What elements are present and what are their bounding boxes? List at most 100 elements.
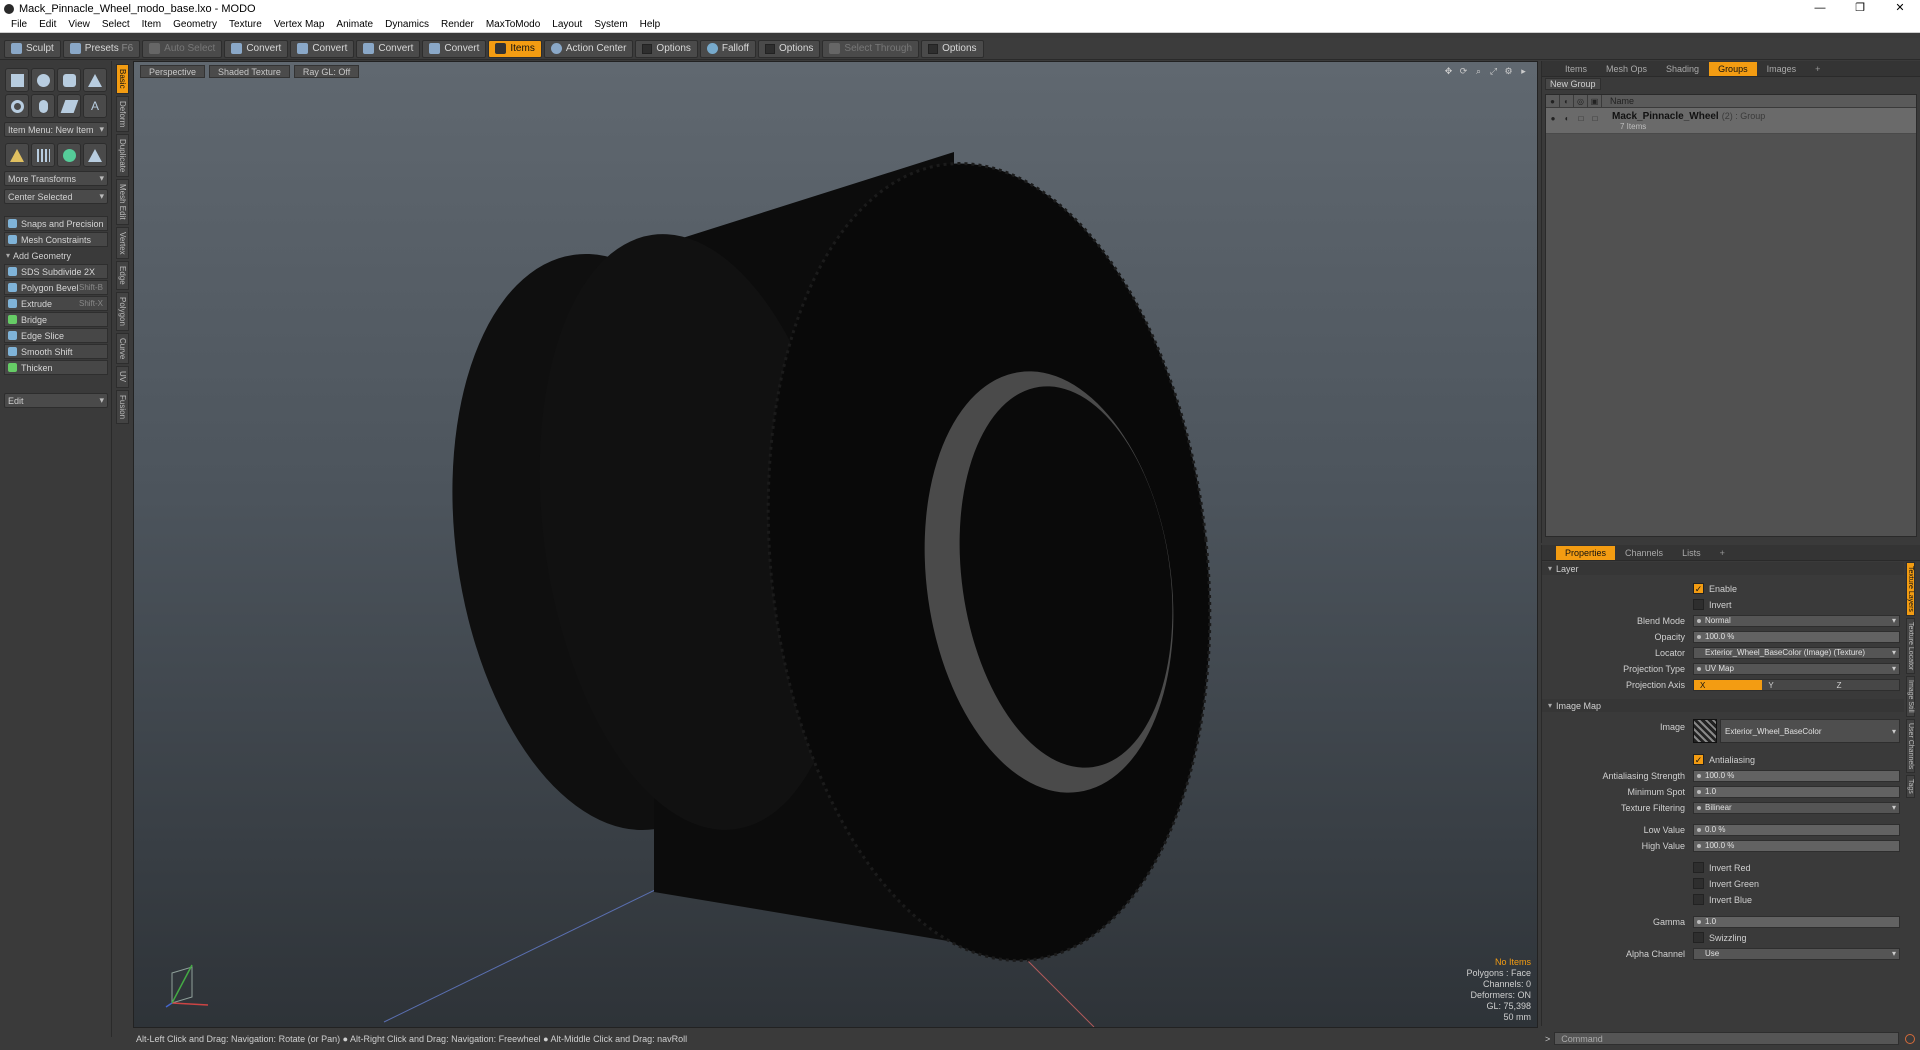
viewport-scene[interactable]: [134, 62, 1538, 1028]
axis-y-button[interactable]: Y: [1762, 679, 1831, 690]
add-properties-tab-button[interactable]: +: [1711, 546, 1734, 560]
convert-polygons-button[interactable]: Convert: [356, 39, 421, 58]
menu-system[interactable]: System: [588, 19, 633, 30]
alpha-channel-select[interactable]: Use: [1693, 947, 1900, 960]
tab-images[interactable]: Images: [1758, 62, 1806, 76]
convert-edges-button[interactable]: Convert: [290, 39, 355, 58]
menu-animate[interactable]: Animate: [330, 19, 379, 30]
menu-edit[interactable]: Edit: [33, 19, 62, 30]
menu-help[interactable]: Help: [634, 19, 667, 30]
zoom-icon[interactable]: ⌕: [1473, 66, 1484, 77]
edit-dropdown[interactable]: Edit: [4, 393, 108, 408]
3d-viewport[interactable]: Perspective Shaded Texture Ray GL: Off ✥…: [133, 61, 1538, 1028]
tab-items[interactable]: Items: [1556, 62, 1596, 76]
select-through-options[interactable]: Options: [921, 39, 984, 58]
render-column-icon[interactable]: ◐: [1560, 95, 1574, 107]
ray-gl-button[interactable]: Ray GL: Off: [293, 65, 360, 78]
antialiasing-checkbox[interactable]: [1693, 754, 1704, 765]
close-button[interactable]: ✕: [1880, 0, 1920, 17]
select-toggle-icon[interactable]: □: [1574, 108, 1588, 134]
mesh-constraints-button[interactable]: Mesh Constraints: [4, 232, 108, 247]
tool-extrude[interactable]: Extrude Shift-X: [4, 296, 108, 311]
cone-tool[interactable]: [83, 68, 107, 92]
tab-deform[interactable]: Deform: [116, 95, 129, 132]
text-tool[interactable]: A: [83, 94, 107, 118]
axis-z-button[interactable]: Z: [1830, 679, 1899, 690]
falloff-button[interactable]: Falloff: [699, 39, 756, 58]
menu-dynamics[interactable]: Dynamics: [379, 19, 435, 30]
viewport-settings-icon[interactable]: ⚙: [1503, 66, 1514, 77]
tab-polygon[interactable]: Polygon: [116, 292, 129, 332]
tab-uv[interactable]: UV: [116, 366, 129, 388]
menu-maxtomodo[interactable]: MaxToModo: [480, 19, 546, 30]
low-value-field[interactable]: 0.0 %: [1693, 823, 1900, 836]
tab-channels[interactable]: Channels: [1616, 546, 1672, 560]
gamma-field[interactable]: 1.0: [1693, 915, 1900, 928]
lock-toggle-icon[interactable]: □: [1588, 108, 1602, 134]
rotate-icon[interactable]: ⟳: [1458, 66, 1469, 77]
items-mode-button[interactable]: Items: [488, 39, 542, 58]
group-row[interactable]: ● ◐ □ □ Mack_Pinnacle_Wheel (2) : Group …: [1546, 108, 1916, 134]
opacity-field[interactable]: 100.0 %: [1693, 630, 1900, 643]
viewport-menu-icon[interactable]: ▸: [1518, 66, 1529, 77]
tool-thicken[interactable]: Thicken: [4, 360, 108, 375]
tab-tags[interactable]: Tags: [1906, 775, 1915, 798]
enable-checkbox[interactable]: [1693, 583, 1704, 594]
locator-select[interactable]: Exterior_Wheel_BaseColor (Image) (Textur…: [1693, 646, 1900, 659]
tab-mesh-edit[interactable]: Mesh Edit: [116, 179, 129, 225]
sculpt-button[interactable]: Sculpt: [4, 39, 61, 58]
menu-item[interactable]: Item: [136, 19, 167, 30]
menu-file[interactable]: File: [5, 19, 33, 30]
falloff-options[interactable]: Options: [757, 39, 821, 58]
layer-section-header[interactable]: Layer: [1542, 562, 1904, 575]
menu-vertex-map[interactable]: Vertex Map: [268, 19, 331, 30]
capsule-tool[interactable]: [31, 94, 55, 118]
tab-shading[interactable]: Shading: [1657, 62, 1708, 76]
scale-tool[interactable]: [83, 143, 107, 167]
pan-icon[interactable]: ✥: [1443, 66, 1454, 77]
menu-layout[interactable]: Layout: [546, 19, 588, 30]
high-value-field[interactable]: 100.0 %: [1693, 839, 1900, 852]
visibility-column-icon[interactable]: ●: [1546, 95, 1560, 107]
globe-tool[interactable]: [57, 143, 81, 167]
wheel-model[interactable]: [417, 141, 1247, 982]
convert-vertices-button[interactable]: Convert: [224, 39, 289, 58]
tab-texture-locator[interactable]: Texture Locator: [1906, 617, 1915, 675]
tab-fusion[interactable]: Fusion: [116, 389, 129, 424]
wedge-tool[interactable]: [57, 94, 81, 118]
projection-type-select[interactable]: UV Map: [1693, 662, 1900, 675]
action-center-button[interactable]: Action Center: [543, 39, 634, 58]
minimize-button[interactable]: —: [1800, 0, 1840, 17]
invert-green-checkbox[interactable]: [1693, 878, 1704, 889]
cube-tool[interactable]: [5, 68, 29, 92]
tool-smooth-shift[interactable]: Smooth Shift: [4, 344, 108, 359]
invert-red-checkbox[interactable]: [1693, 862, 1704, 873]
tab-texture-layers[interactable]: Texture Layers: [1906, 562, 1915, 616]
tex-filter-select[interactable]: Bilinear: [1693, 801, 1900, 814]
convert-materials-button[interactable]: Convert: [422, 39, 487, 58]
axis-x-button[interactable]: X: [1694, 679, 1763, 690]
image-map-section-header[interactable]: Image Map: [1542, 699, 1904, 712]
move-tool[interactable]: [5, 143, 29, 167]
tab-lists[interactable]: Lists: [1673, 546, 1710, 560]
center-selected-dropdown[interactable]: Center Selected: [4, 189, 108, 204]
select-through-button[interactable]: Select Through: [822, 39, 920, 58]
shading-mode-button[interactable]: Shaded Texture: [209, 65, 290, 78]
menu-texture[interactable]: Texture: [223, 19, 268, 30]
tab-image-still[interactable]: Image Still: [1906, 676, 1915, 717]
eye-icon[interactable]: ●: [1546, 108, 1560, 134]
tab-duplicate[interactable]: Duplicate: [116, 133, 129, 178]
lock-column-icon[interactable]: ▣: [1588, 95, 1602, 107]
image-thumbnail[interactable]: [1693, 719, 1717, 743]
blend-mode-select[interactable]: Normal: [1693, 614, 1900, 627]
render-toggle-icon[interactable]: ◐: [1560, 108, 1574, 134]
tab-curve[interactable]: Curve: [116, 333, 129, 365]
maximize-button[interactable]: ❐: [1840, 0, 1880, 17]
tab-groups[interactable]: Groups: [1709, 62, 1757, 76]
command-history-icon[interactable]: >: [1545, 1034, 1550, 1044]
aa-strength-field[interactable]: 100.0 %: [1693, 769, 1900, 782]
menu-select[interactable]: Select: [96, 19, 136, 30]
menu-render[interactable]: Render: [435, 19, 480, 30]
tab-basic[interactable]: Basic: [116, 64, 129, 94]
min-spot-field[interactable]: 1.0: [1693, 785, 1900, 798]
